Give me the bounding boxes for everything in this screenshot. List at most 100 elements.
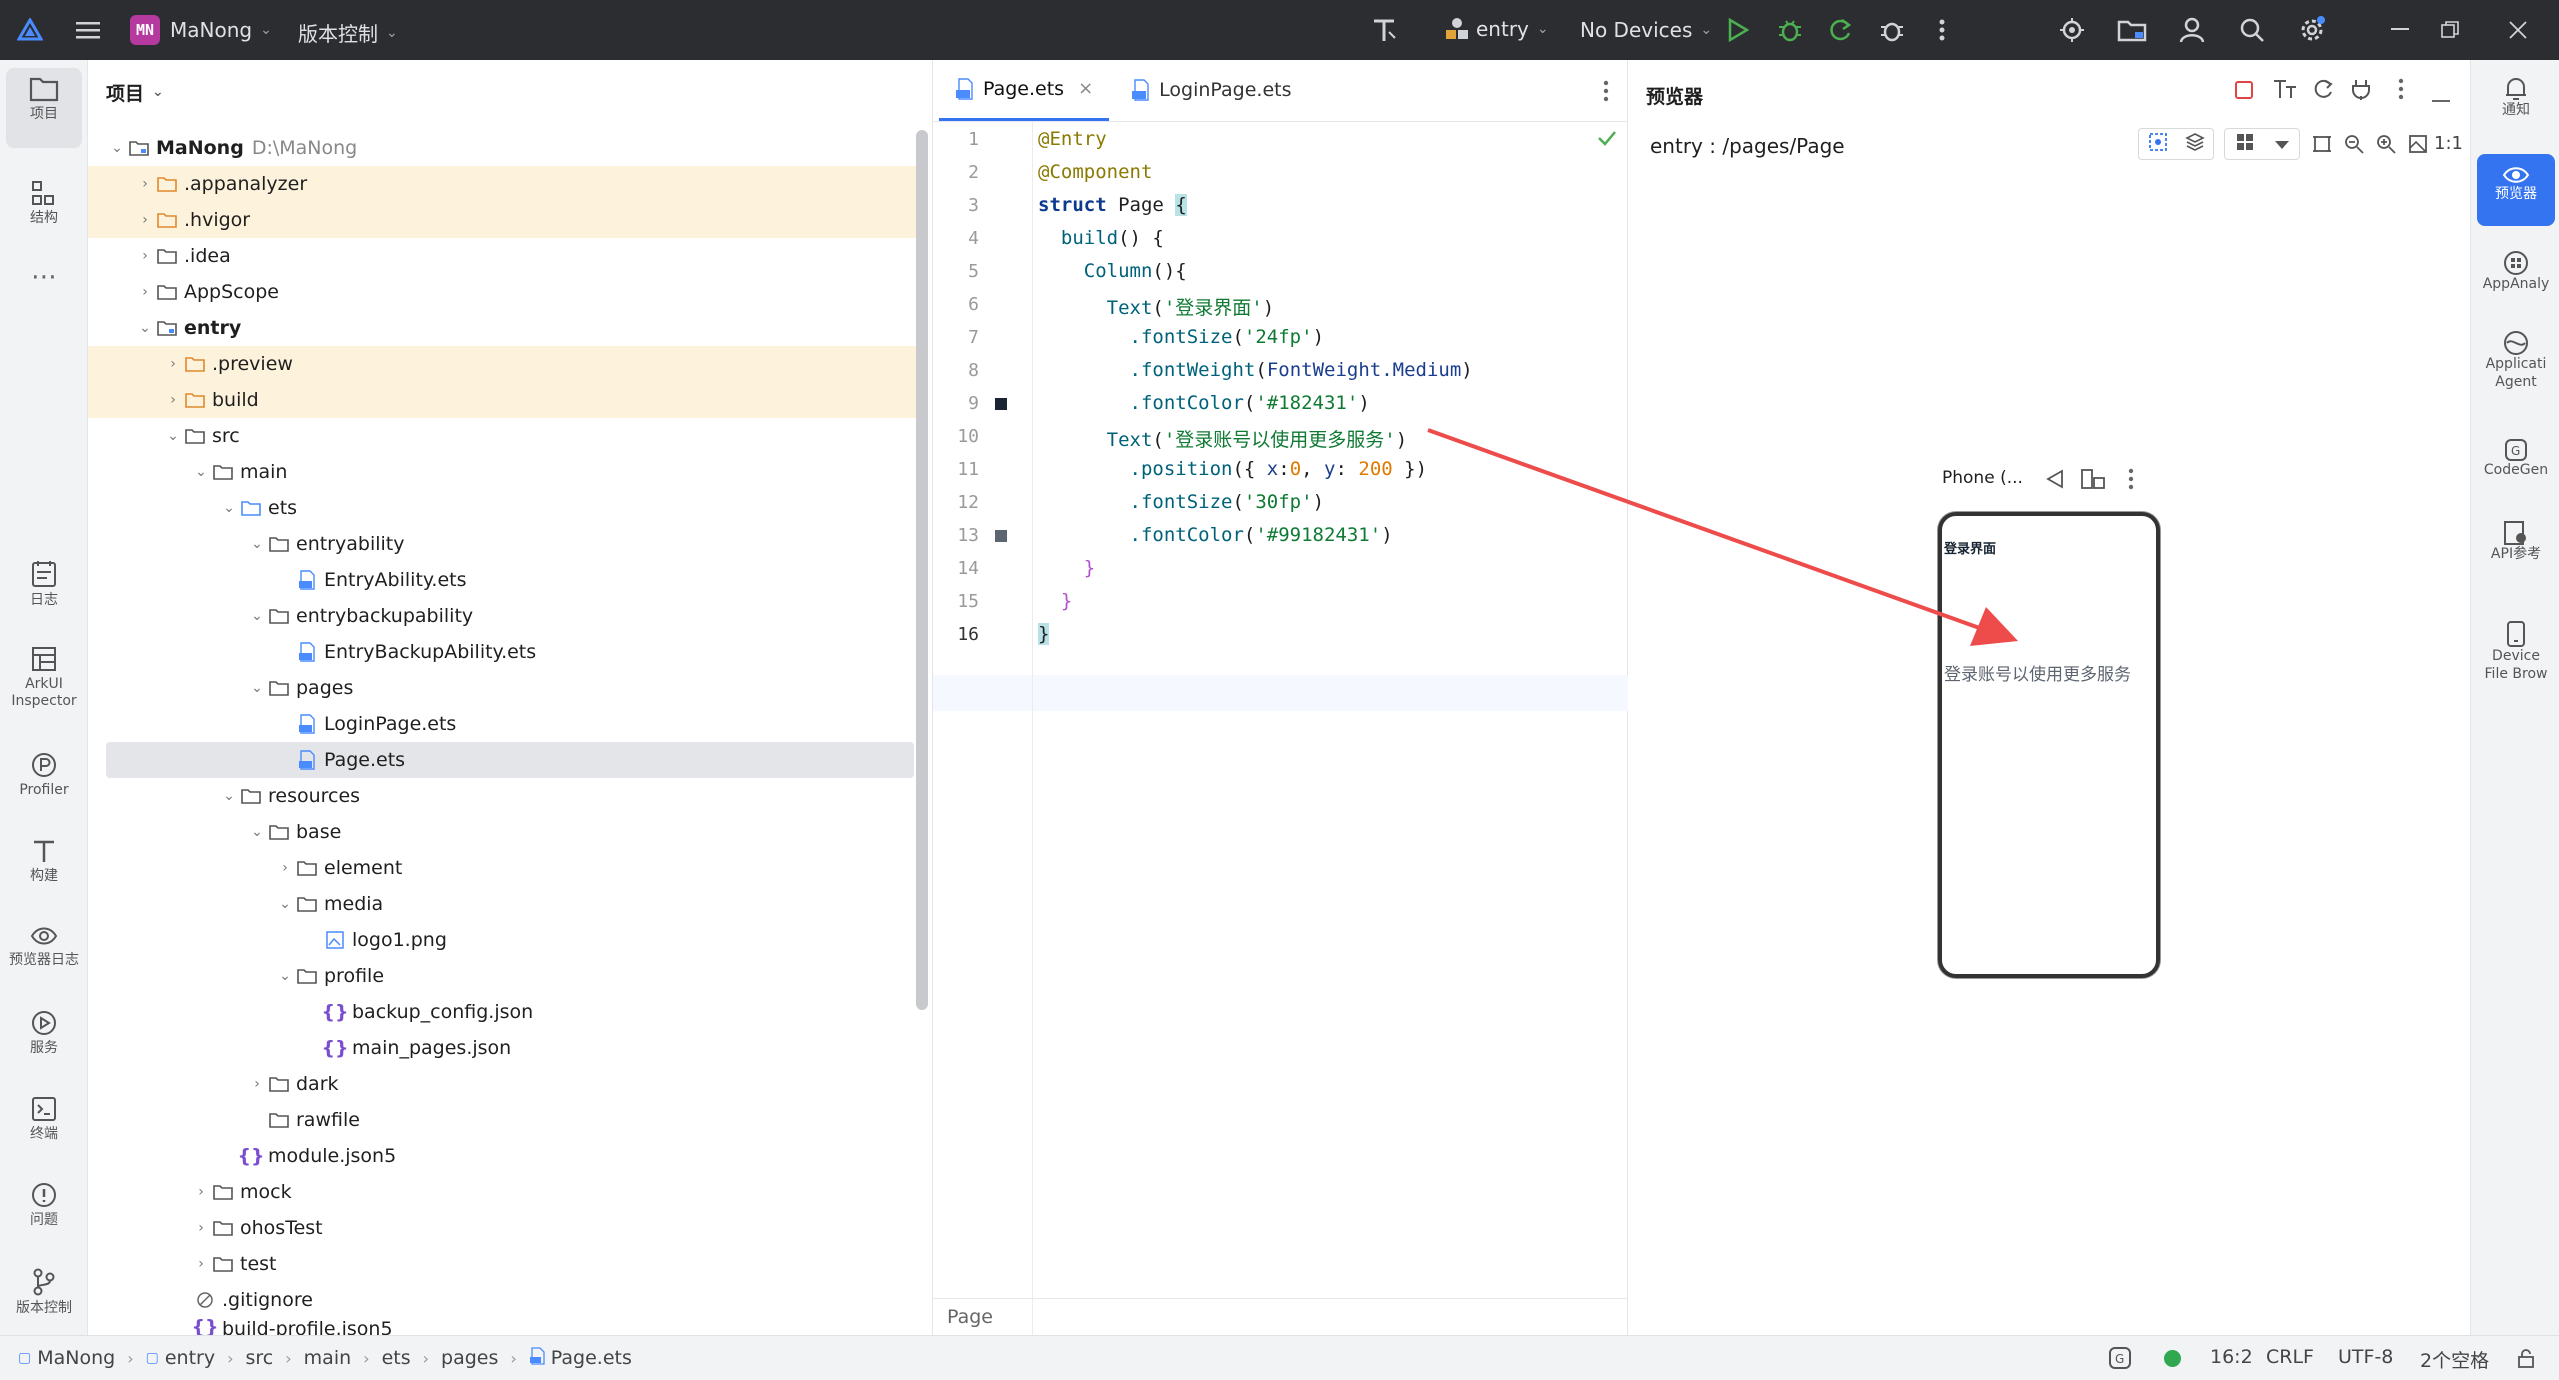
breadcrumb-item[interactable]: src (246, 1347, 274, 1369)
zoom-in-icon[interactable] (2376, 134, 2396, 158)
search-icon[interactable] (2234, 12, 2270, 48)
tool-terminal[interactable]: 终端 (6, 1096, 82, 1143)
breadcrumb-item[interactable]: Page.ets (551, 1347, 632, 1369)
tab-close-icon[interactable]: × (1078, 78, 1093, 99)
tree-item[interactable]: › AppScope (88, 274, 916, 310)
tab-page-ets[interactable]: Page.ets × (939, 59, 1110, 121)
fold-device-icon[interactable] (2080, 468, 2106, 494)
tree-item[interactable]: ⌄ src (88, 418, 916, 454)
device-name[interactable]: Phone (... (1942, 468, 2023, 488)
tree-item[interactable]: › .preview (88, 346, 916, 382)
indent-setting[interactable]: 2个空格 (2420, 1346, 2489, 1373)
close-icon[interactable] (2500, 12, 2536, 48)
tree-item[interactable]: ⌄ entrybackupability (88, 598, 916, 634)
run-icon[interactable] (1720, 12, 1756, 48)
hot-reload-icon[interactable] (1822, 12, 1858, 48)
tree-item[interactable]: › .hvigor (88, 202, 916, 238)
breadcrumb-item[interactable]: main (304, 1347, 351, 1369)
format-icon[interactable] (1366, 12, 1402, 48)
tree-item[interactable]: › mock (88, 1174, 916, 1210)
tool-profiler[interactable]: Profiler (6, 752, 82, 799)
caret-down-icon[interactable] (2274, 135, 2290, 154)
tree-item-selected[interactable]: Page.ets (106, 742, 914, 778)
tool-arkui-inspector[interactable]: ArkUI Inspector (6, 646, 82, 710)
breadcrumb-item[interactable]: pages (441, 1347, 498, 1369)
file-encoding[interactable]: UTF-8 (2338, 1346, 2393, 1368)
tree-item[interactable]: › ohosTest (88, 1210, 916, 1246)
more-vertical-icon[interactable] (1603, 80, 1609, 106)
phone-frame[interactable]: 登录界面 登录账号以使用更多服务 (1938, 512, 2160, 978)
tree-item[interactable]: {} module.json5 (88, 1138, 916, 1174)
tree-item[interactable]: {} main_pages.json (88, 1030, 916, 1066)
tree-item[interactable]: ⌄ entry (88, 310, 916, 346)
tree-item[interactable]: EntryBackupAbility.ets (88, 634, 916, 670)
tree-item[interactable]: LoginPage.ets (88, 706, 916, 742)
restore-icon[interactable] (2432, 12, 2468, 48)
tool-api-reference[interactable]: API参考 (2477, 520, 2555, 564)
cursor-position[interactable]: 16:2 (2210, 1346, 2253, 1368)
tool-codegenie[interactable]: G CodeGen (2477, 438, 2555, 480)
attach-debugger-icon[interactable] (1874, 12, 1910, 48)
tab-login-page-ets[interactable]: LoginPage.ets (1115, 59, 1307, 121)
tree-root[interactable]: ⌄ MaNong D:\MaNong (88, 130, 916, 166)
tool-problems[interactable]: 问题 (6, 1182, 82, 1229)
readonly-lock-icon[interactable] (2516, 1348, 2536, 1373)
tool-previewer-log[interactable]: 预览器日志 (6, 924, 82, 969)
more-tools-icon[interactable]: ⋯ (6, 262, 82, 293)
font-size-icon[interactable] (2272, 78, 2298, 104)
tool-services[interactable]: 服务 (6, 1010, 82, 1057)
screenshot-icon[interactable] (2408, 134, 2428, 158)
codegenie-status-icon[interactable]: G (2108, 1346, 2132, 1375)
tree-item[interactable]: ⌄ ets (88, 490, 916, 526)
module-selector[interactable]: entry ⌄ (1444, 17, 1549, 41)
more-vertical-icon[interactable] (2128, 468, 2134, 494)
minimize-icon[interactable] (2382, 12, 2418, 48)
color-swatch[interactable] (995, 530, 1007, 542)
tool-application-agent[interactable]: Applicati Agent (2477, 330, 2555, 391)
tool-project[interactable]: 项目 (6, 68, 82, 148)
tree-item[interactable]: ⌄ media (88, 886, 916, 922)
tool-appanalyzer[interactable]: AppAnaly (2477, 250, 2555, 294)
folder-icon[interactable] (2114, 12, 2150, 48)
settings-icon[interactable] (2294, 12, 2330, 48)
tree-item[interactable]: logo1.png (88, 922, 916, 958)
editor-breadcrumb[interactable]: Page (933, 1298, 1628, 1335)
zoom-out-icon[interactable] (2344, 134, 2364, 158)
tree-item[interactable]: › build (88, 382, 916, 418)
tool-build[interactable]: 构建 (6, 838, 82, 885)
plugin-icon[interactable] (2350, 78, 2372, 104)
tree-item[interactable]: › .appanalyzer (88, 166, 916, 202)
layers-icon[interactable] (2184, 132, 2205, 156)
tree-item[interactable]: › .idea (88, 238, 916, 274)
stop-icon[interactable] (2234, 80, 2254, 104)
breadcrumb-item[interactable]: entry (165, 1347, 215, 1369)
tree-item[interactable]: ⌄ main (88, 454, 916, 490)
chevron-down-icon[interactable]: ⌄ (152, 84, 164, 100)
minimize-panel-icon[interactable] (2432, 89, 2450, 108)
grid-icon[interactable] (2235, 132, 2255, 156)
tree-item[interactable]: › element (88, 850, 916, 886)
tool-log[interactable]: 日志 (6, 560, 82, 609)
tool-device-file-browser[interactable]: Device File Brow (2477, 620, 2555, 683)
tree-item[interactable]: {} backup_config.json (88, 994, 916, 1030)
vcs-menu[interactable]: 版本控制 ⌄ (298, 18, 398, 47)
more-vertical-icon[interactable] (2398, 78, 2404, 104)
breadcrumb-item[interactable]: MaNong (37, 1347, 115, 1369)
tree-item[interactable]: › test (88, 1246, 916, 1282)
color-swatch[interactable] (995, 398, 1007, 410)
breadcrumb-item[interactable]: ets (382, 1347, 411, 1369)
tree-item[interactable]: ⌄ resources (88, 778, 916, 814)
account-icon[interactable] (2174, 12, 2210, 48)
tree-item[interactable]: {} build-profile.json5 (88, 1318, 916, 1335)
tool-previewer[interactable]: 预览器 (2477, 154, 2555, 226)
tree-item[interactable]: › dark (88, 1066, 916, 1102)
fit-screen-icon[interactable] (2312, 134, 2332, 158)
project-scrollbar[interactable] (916, 130, 928, 1010)
line-separator[interactable]: CRLF (2266, 1346, 2314, 1368)
target-icon[interactable] (2054, 12, 2090, 48)
status-ok-icon[interactable] (2164, 1350, 2181, 1367)
tree-item[interactable]: .gitignore (88, 1282, 916, 1318)
inspect-icon[interactable] (2148, 132, 2168, 156)
tree-item[interactable]: ⌄ base (88, 814, 916, 850)
tree-item[interactable]: EntryAbility.ets (88, 562, 916, 598)
